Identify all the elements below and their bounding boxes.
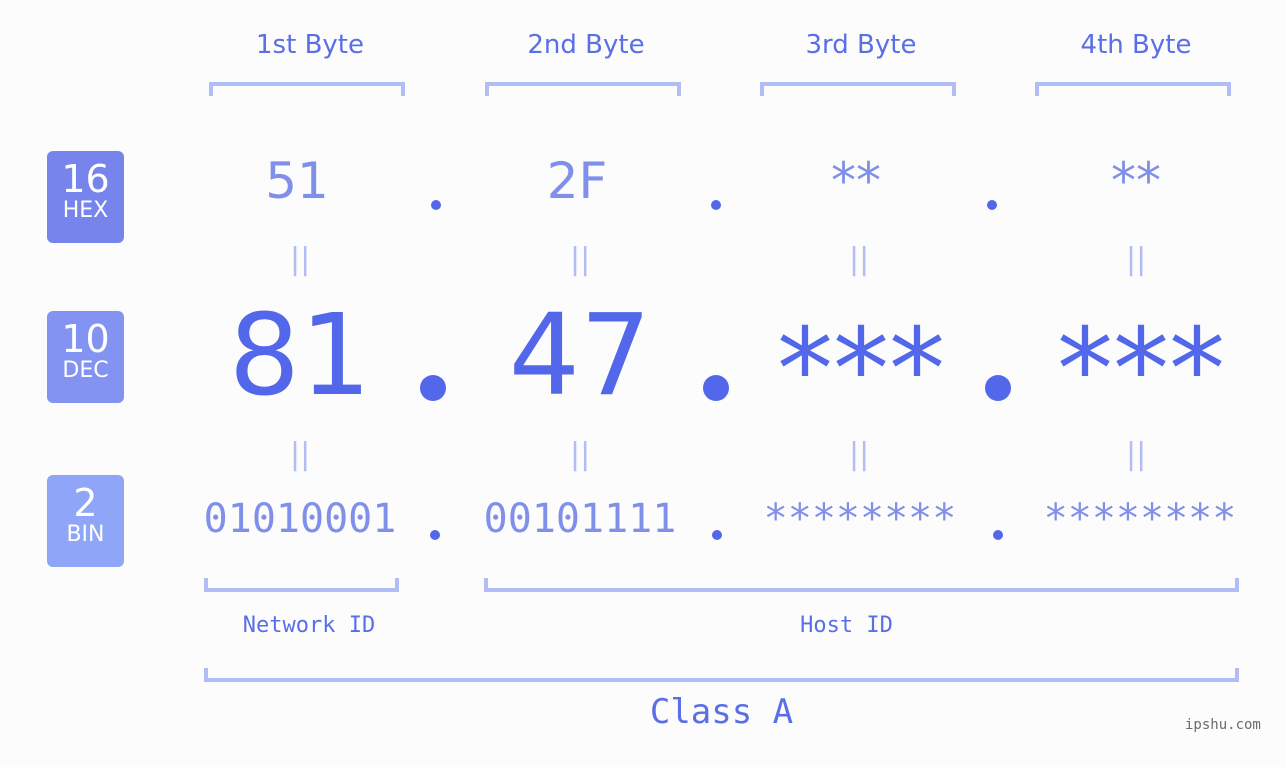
bin-value-3: ******** xyxy=(763,496,957,542)
byte-bracket-1 xyxy=(209,82,405,96)
byte-header-2: 2nd Byte xyxy=(527,30,645,60)
hex-badge: 16 HEX xyxy=(47,151,124,243)
hex-dot-1 xyxy=(431,200,441,210)
hex-base-label: HEX xyxy=(62,198,109,223)
network-id-bracket xyxy=(204,578,399,592)
bin-value-2: 00101111 xyxy=(483,496,677,542)
equals-dec-bin-3: || xyxy=(849,437,870,472)
dec-value-4: *** xyxy=(1057,305,1225,435)
hex-value-2: 2F xyxy=(546,152,608,210)
dec-dot-1 xyxy=(420,375,446,401)
bin-badge: 2 BIN xyxy=(47,475,124,567)
hex-base-number: 16 xyxy=(61,157,110,201)
dec-value-2: 47 xyxy=(508,291,652,421)
equals-hex-dec-3: || xyxy=(849,242,870,277)
dec-value-1: 81 xyxy=(228,291,372,421)
watermark: ipshu.com xyxy=(1185,717,1261,733)
bin-value-1: 01010001 xyxy=(203,496,397,542)
dec-base-number: 10 xyxy=(61,317,110,361)
byte-header-1: 1st Byte xyxy=(256,30,364,60)
class-bracket xyxy=(204,668,1239,682)
bin-base-label: BIN xyxy=(66,522,105,547)
bin-base-number: 2 xyxy=(73,481,98,525)
equals-hex-dec-2: || xyxy=(570,242,591,277)
class-label: Class A xyxy=(649,692,794,732)
equals-hex-dec-4: || xyxy=(1126,242,1147,277)
byte-bracket-3 xyxy=(760,82,956,96)
byte-header-3: 3rd Byte xyxy=(805,30,917,60)
bin-dot-2 xyxy=(712,530,722,540)
bin-value-4: ******** xyxy=(1043,496,1237,542)
byte-bracket-4 xyxy=(1035,82,1231,96)
dec-value-3: *** xyxy=(777,305,945,435)
hex-dot-2 xyxy=(711,200,721,210)
byte-bracket-2 xyxy=(485,82,681,96)
bin-dot-3 xyxy=(993,530,1003,540)
bin-dot-1 xyxy=(430,530,440,540)
hex-value-1: 51 xyxy=(265,152,329,210)
equals-dec-bin-2: || xyxy=(570,437,591,472)
dec-badge: 10 DEC xyxy=(47,311,124,403)
network-id-label: Network ID xyxy=(242,613,376,638)
hex-value-4: ** xyxy=(1111,152,1161,210)
dec-base-label: DEC xyxy=(62,358,109,383)
dec-dot-3 xyxy=(985,375,1011,401)
hex-dot-3 xyxy=(987,200,997,210)
hex-value-3: ** xyxy=(831,152,881,210)
host-id-bracket xyxy=(484,578,1239,592)
equals-hex-dec-1: || xyxy=(290,242,311,277)
equals-dec-bin-4: || xyxy=(1126,437,1147,472)
dec-dot-2 xyxy=(703,375,729,401)
byte-header-4: 4th Byte xyxy=(1080,30,1192,60)
host-id-label: Host ID xyxy=(800,613,893,638)
equals-dec-bin-1: || xyxy=(290,437,311,472)
